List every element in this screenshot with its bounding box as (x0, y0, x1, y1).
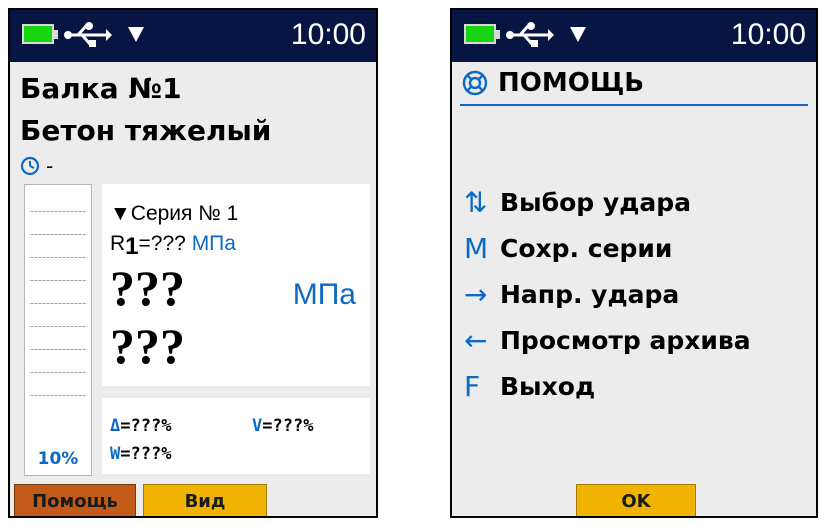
time-value: - (46, 154, 54, 178)
status-time: 10:00 (730, 18, 806, 51)
battery-icon (22, 24, 54, 44)
f-key-icon: F (464, 370, 481, 403)
series-selector[interactable]: ▼Серия № 1 (110, 202, 238, 226)
status-bar: 10:00 (452, 10, 816, 62)
left-arrow-icon: ← (464, 324, 488, 357)
help-title: ПОМОЩЬ (498, 68, 645, 98)
usb-icon (64, 22, 112, 47)
clock-icon (20, 156, 40, 176)
delta-stat: Δ=???% (110, 416, 172, 436)
strength-value: ??? (110, 260, 185, 316)
help-item-select-impact: ⇅ Выбор удара (464, 186, 692, 219)
r1-unit: МПа (191, 232, 236, 255)
usb-icon (506, 22, 554, 47)
help-heading: ПОМОЩЬ (462, 68, 644, 98)
time-row: - (20, 154, 53, 178)
strength-gauge: 10% (24, 184, 92, 476)
status-bar: 10:00 (10, 10, 376, 62)
r1-readout: R1=??? МПа (110, 232, 236, 260)
m-key-icon: M (464, 232, 489, 265)
help-item-exit: F Выход (464, 370, 596, 403)
right-arrow-icon: → (464, 278, 488, 311)
measurement-screen: 10:00 Балка №1 Бетон тяжелый - 10% ▼Сери… (8, 8, 378, 518)
heading-divider (460, 104, 808, 106)
object-title: Балка №1 (20, 72, 182, 105)
help-item-view-archive: ← Просмотр архива (464, 324, 751, 357)
help-button[interactable]: Помощь (14, 484, 136, 516)
statistics-panel: Δ=???% V=???% W=???% (102, 398, 370, 474)
view-button[interactable]: Вид (143, 484, 267, 516)
w-stat: W=???% (110, 444, 172, 464)
battery-icon (464, 24, 496, 44)
ok-button[interactable]: OK (576, 484, 696, 516)
up-down-arrows-icon: ⇅ (464, 186, 488, 219)
wifi-signal-icon (128, 27, 144, 42)
wifi-signal-icon (570, 27, 586, 42)
help-item-save-series: M Сохр. серии (464, 232, 673, 265)
v-stat: V=???% (252, 416, 314, 436)
material-title: Бетон тяжелый (20, 114, 272, 147)
lifebuoy-icon (462, 70, 488, 96)
gauge-percent-label: 10% (37, 449, 79, 469)
strength-unit: МПа (292, 278, 356, 311)
status-time: 10:00 (290, 18, 366, 51)
secondary-value: ??? (110, 318, 185, 374)
help-screen: 10:00 ПОМОЩЬ ⇅ Выбор удара M Сохр. серии… (450, 8, 818, 518)
result-panel: ▼Серия № 1 R1=??? МПа ??? ??? МПа (102, 184, 370, 386)
help-item-impact-direction: → Напр. удара (464, 278, 680, 311)
